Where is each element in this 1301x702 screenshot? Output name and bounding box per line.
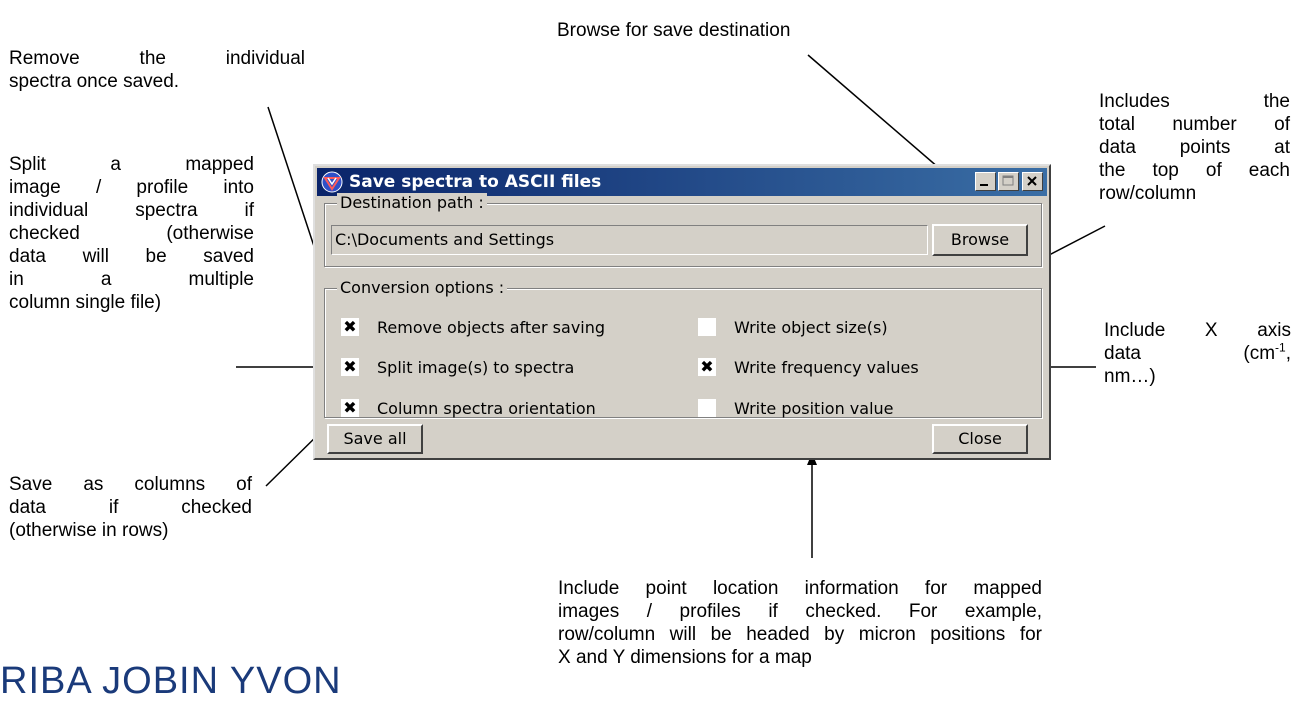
annotation-x-axis: Include X axis data (cm-1, nm…) xyxy=(1104,320,1291,387)
column-orientation-label: Column spectra orientation xyxy=(377,399,596,418)
frequency-values-label: Write frequency values xyxy=(734,358,919,377)
save-spectra-dialog: Save spectra to ASCII files Destination … xyxy=(313,164,1051,460)
annotation-column-orientation: Save as columns of data if checked (othe… xyxy=(9,474,252,541)
frequency-values-checkbox[interactable]: ✖ xyxy=(698,358,716,376)
position-value-label: Write position value xyxy=(734,399,894,418)
app-logo-icon xyxy=(321,171,343,193)
annotation-remove-objects: Remove the individual spectra once saved… xyxy=(9,48,305,92)
split-image-checkbox[interactable]: ✖ xyxy=(341,358,359,376)
minimize-button[interactable] xyxy=(975,172,996,191)
annotation-split-image: Split a mapped image / profile into indi… xyxy=(9,154,254,313)
destination-path-field[interactable]: C:\Documents and Settings xyxy=(331,225,928,255)
remove-objects-checkbox[interactable]: ✖ xyxy=(341,318,359,336)
annotation-browse: Browse for save destination xyxy=(557,20,791,41)
maximize-button[interactable] xyxy=(998,172,1019,191)
close-button[interactable]: Close xyxy=(932,424,1028,454)
column-orientation-checkbox[interactable]: ✖ xyxy=(341,399,359,417)
annotation-object-size: Includes the total number of data points… xyxy=(1099,91,1290,204)
annotation-position: Include point location information for m… xyxy=(558,578,1042,668)
save-all-button[interactable]: Save all xyxy=(327,424,423,454)
maximize-icon xyxy=(1002,175,1014,186)
minimize-icon xyxy=(980,184,988,186)
object-size-label: Write object size(s) xyxy=(734,318,888,337)
company-logo: RIBA JOBIN YVON xyxy=(0,660,342,702)
conversion-options-label: Conversion options : xyxy=(337,278,508,298)
close-window-button[interactable] xyxy=(1022,172,1043,191)
object-size-checkbox[interactable] xyxy=(698,318,716,336)
dialog-title: Save spectra to ASCII files xyxy=(349,172,602,192)
position-value-checkbox[interactable] xyxy=(698,399,716,417)
destination-path-label: Destination path : xyxy=(337,193,487,213)
browse-button[interactable]: Browse xyxy=(932,224,1028,256)
split-image-label: Split image(s) to spectra xyxy=(377,358,575,377)
close-icon xyxy=(1027,176,1037,186)
remove-objects-label: Remove objects after saving xyxy=(377,318,606,337)
dialog-titlebar[interactable]: Save spectra to ASCII files xyxy=(317,168,1047,196)
